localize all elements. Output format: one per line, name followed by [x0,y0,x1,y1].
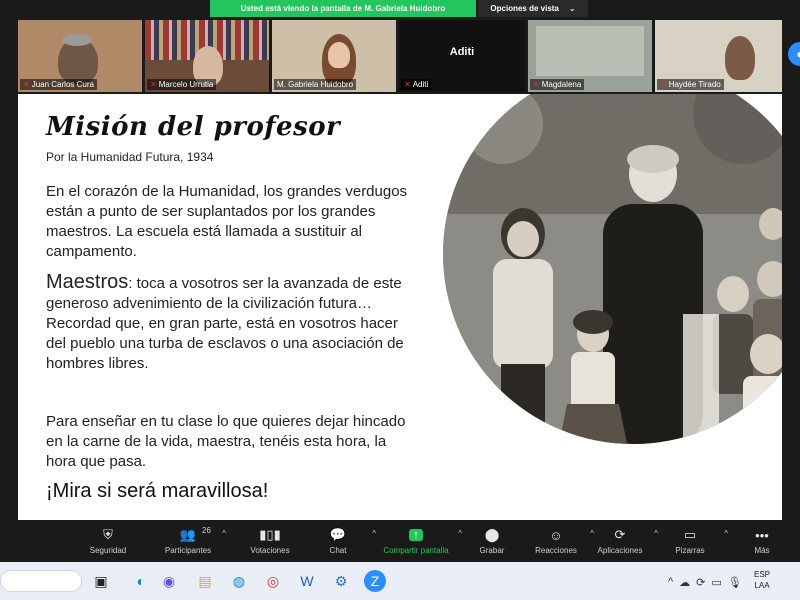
slide-paragraph-2: Maestros: toca a vosotros ser la avanzad… [46,272,416,374]
mic-muted-icon: ✕ [660,80,667,89]
edge-browser-icon[interactable]: ◍ [228,570,250,592]
meeting-toolbar: ^eo ⛨Seguridad 👥 26 ^ Participantes ▮▯▮V… [0,522,800,562]
security-button[interactable]: ⛨ Seguridad [68,524,148,555]
microphone-icon[interactable]: 🎙 [728,576,742,589]
whiteboards-button[interactable]: ▭ ^ Pizarras [650,524,730,555]
participant-name-display: Aditi [449,46,475,58]
slide-paragraph-3: Para enseñar en tu clase lo que quieres … [46,413,406,470]
chrome-browser-icon[interactable]: ◎ [262,570,284,592]
screen-share-banner: Usted está viendo la pantalla de M. Gabr… [210,0,476,17]
settings-gear-icon[interactable]: ⚙ [330,570,352,592]
shield-icon: ⛨ [103,527,113,542]
participant-tile[interactable]: Aditi ✕ Aditi [399,20,525,92]
ellipsis-icon: ••• [755,527,769,543]
language-indicator[interactable]: ESP LAA [754,569,770,591]
more-button[interactable]: ••• Más [722,524,800,556]
chevron-down-icon: ⌄ [568,4,576,13]
apps-icon: ⟳ [614,527,626,542]
windows-taskbar: ▣ ◐ ◉ ▤ ◍ ◎ W ⚙ Z ^ ☁ ⟳ ▭ 🎙 ESP LAA [0,562,800,600]
toolbar-left-partial[interactable]: ^eo [0,524,12,555]
participant-tile[interactable]: ✕ Haydée Tirado [655,20,782,92]
task-view-icon[interactable]: ▣ [90,570,112,592]
cloud-icon[interactable]: ☁ [679,576,690,589]
slide-paragraph-1: En el corazón de la Humanidad, los grand… [46,183,408,260]
slide-subtitle: Por la Humanidad Futura, 1934 [46,150,214,164]
zoom-window: Usted está viendo la pantalla de M. Gabr… [0,0,800,600]
participant-tile[interactable]: M. Gabriela Huidobro [272,20,396,92]
word-icon[interactable]: W [296,570,318,592]
network-icon[interactable]: ▭ [711,576,721,589]
whiteboard-icon: ▭ [683,527,697,542]
record-icon: ⬤ [484,527,500,542]
zoom-app-icon[interactable]: Z [364,570,386,592]
smiley-icon: ☺ [549,527,563,543]
participant-label: M. Gabriela Huidobro [274,79,357,90]
zoom-avatar-icon[interactable]: ● [788,42,800,66]
participant-tile[interactable]: ✕ Juan Carlos Cura [18,20,142,92]
participant-tile[interactable]: ✕ Magdalena [528,20,652,92]
share-screen-button[interactable]: ↑ ^ Compartir pantalla [376,524,462,555]
historical-photo [443,94,782,444]
bar-chart-icon: ▮▯▮ [259,527,281,542]
people-icon: 👥 [179,527,197,542]
file-explorer-icon[interactable]: ▤ [194,570,216,592]
chevron-up-icon[interactable]: ^ [222,529,226,538]
participant-label: ✕ Haydée Tirado [657,79,724,90]
taskbar-search-box[interactable] [0,570,82,592]
sync-icon[interactable]: ⟳ [696,576,705,589]
paragraph-lead: Maestros [46,271,129,293]
mic-muted-icon: ✕ [23,80,30,89]
participants-button[interactable]: 👥 26 ^ Participantes [148,524,228,555]
participant-label: ✕ Aditi [401,79,432,90]
mic-muted-icon: ✕ [150,80,157,89]
chat-button[interactable]: 💬 ^ Chat [298,524,378,555]
participant-label: ✕ Magdalena [530,79,585,90]
widgets-icon[interactable]: ◐ [130,570,152,592]
shared-slide: Misión del profesor Por la Humanidad Fut… [18,94,782,520]
slide-title: Misión del profesor [46,112,341,142]
participant-tile[interactable]: ✕ Marcelo Urrutia [145,20,269,92]
chevron-up-icon[interactable]: ^ [668,576,673,588]
system-tray: ^ ☁ ⟳ ▭ 🎙 [668,572,742,592]
chat-bubble-icon: 💬 [329,527,347,542]
mic-muted-icon: ✕ [404,80,411,89]
participant-label: ✕ Juan Carlos Cura [20,79,97,90]
participant-strip: ✕ Juan Carlos Cura ✕ Marcelo Urrutia M. Ga… [18,20,782,92]
top-bar: Usted está viendo la pantalla de M. Gabr… [0,0,800,18]
apps-button[interactable]: ⟳ ^ Aplicaciones [580,524,660,555]
participant-count: 26 [202,526,211,535]
teams-chat-icon[interactable]: ◉ [158,570,180,592]
view-options-button[interactable]: Opciones de vista ⌄ [478,0,588,17]
share-screen-icon: ↑ [409,524,423,546]
slide-closing-line: ¡Mira si será maravillosa! [46,480,269,502]
view-options-label: Opciones de vista [490,4,559,13]
mic-muted-icon: ✕ [533,80,540,89]
participant-label: ✕ Marcelo Urrutia [147,79,217,90]
